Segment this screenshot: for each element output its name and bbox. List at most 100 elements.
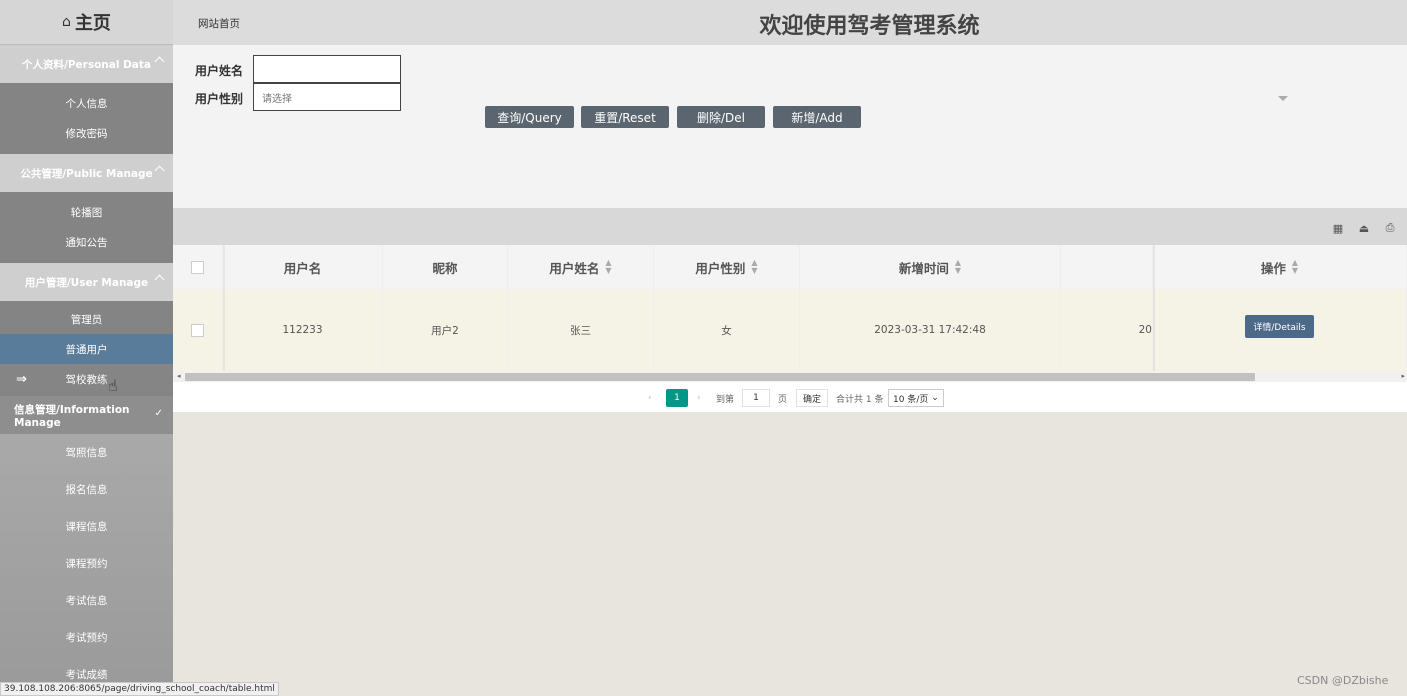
- details-button[interactable]: 详情/Details: [1245, 315, 1314, 338]
- row-select-cell: [173, 289, 223, 371]
- row-checkbox[interactable]: [191, 323, 204, 337]
- prev-page-icon[interactable]: ‹: [648, 389, 652, 407]
- page-current[interactable]: 1: [666, 389, 688, 407]
- sidebar-item-label: 通知公告: [65, 236, 108, 249]
- chevron-up-icon: [154, 56, 165, 67]
- sort-icon[interactable]: ▲ ▼: [751, 259, 757, 275]
- col-username: 用户名: [223, 245, 383, 289]
- gender-label: 用户性别: [195, 92, 244, 106]
- watermark: CSDN @DZbishe: [1297, 674, 1389, 687]
- sidebar-item-label: 考试预约: [65, 632, 108, 644]
- col-gender-label: 用户性别: [695, 260, 746, 276]
- next-page-icon[interactable]: ›: [697, 389, 701, 407]
- sidebar-item-label: 报名信息: [65, 484, 108, 496]
- group-personal-data[interactable]: 个人资料/Personal Data: [0, 45, 173, 83]
- cell-nickname: 用户2: [383, 289, 508, 371]
- page-size-select[interactable]: 10 条/页 ⌄: [888, 389, 944, 407]
- group-public-label: 公共管理/Public Manage: [20, 167, 153, 180]
- col-nickname: 昵称: [383, 245, 508, 289]
- sidebar-item-exam-booking[interactable]: 考试预约: [0, 619, 173, 656]
- sidebar-item-label: 课程信息: [65, 521, 108, 533]
- fixed-left-shadow: [223, 245, 225, 371]
- sidebar-item-change-password[interactable]: 修改密码: [0, 118, 173, 148]
- table-row: 112233 用户2 张三 女 2023-03-31 17:42:48 20 详…: [173, 289, 1407, 371]
- gender-select[interactable]: 请选择: [253, 83, 401, 111]
- data-table: 用户名 昵称 用户姓名 ▲ ▼ 用户性别 ▲ ▼ 新增时间 ▲ ▼ 操作 ▲ ▼ 112233 …: [173, 245, 1407, 382]
- pointer-hand-icon: ☝: [108, 376, 118, 395]
- table-header: 用户名 昵称 用户姓名 ▲ ▼ 用户性别 ▲ ▼ 新增时间 ▲ ▼ 操作 ▲ ▼: [173, 245, 1407, 289]
- home-label: 主页: [74, 13, 111, 34]
- sidebar-item-admin[interactable]: 管理员: [0, 304, 173, 334]
- sidebar-item-label: 个人信息: [65, 97, 108, 110]
- select-all-checkbox[interactable]: [191, 260, 204, 274]
- arrow-right-icon: ⇒: [16, 372, 27, 387]
- scrollbar-thumb[interactable]: [185, 373, 1255, 381]
- sidebar-item-carousel[interactable]: 轮播图: [0, 197, 173, 227]
- pagination: ‹ 1 › 到第 1 页 确定 合计共 1 条 10 条/页 ⌄: [173, 382, 1407, 412]
- sidebar-item-label: 课程预约: [65, 558, 108, 570]
- sidebar-item-signup[interactable]: 报名信息: [0, 471, 173, 508]
- sidebar-item-coach[interactable]: ⇒ 驾校教练 ☝: [0, 364, 173, 395]
- table-toolbar: ▦ ⏏ ⎙: [173, 208, 1407, 245]
- home-icon: ⌂: [62, 14, 71, 30]
- sidebar-item-course[interactable]: 课程信息: [0, 508, 173, 545]
- top-header: 网站首页 欢迎使用驾考管理系统: [173, 0, 1407, 45]
- print-icon[interactable]: ⎙: [1383, 221, 1397, 235]
- chevron-down-icon: ✓: [154, 408, 163, 419]
- chevron-up-icon: [154, 274, 165, 285]
- col-actions[interactable]: 操作 ▲ ▼: [1153, 245, 1407, 289]
- cell-hidden-partial: 20: [1061, 289, 1153, 371]
- horizontal-scrollbar[interactable]: ◂ ▸: [173, 371, 1407, 382]
- chevron-down-icon: ⌄: [931, 393, 939, 403]
- sidebar-item-exam[interactable]: 考试信息: [0, 582, 173, 619]
- sidebar-item-label: 管理员: [70, 313, 103, 326]
- add-button[interactable]: 新增/Add: [773, 106, 861, 128]
- sort-icon[interactable]: ▲ ▼: [1292, 259, 1298, 275]
- sidebar-item-label: 普通用户: [65, 343, 108, 356]
- sort-icon[interactable]: ▲ ▼: [605, 259, 611, 275]
- home-link[interactable]: ⌂ 主页: [0, 0, 173, 45]
- sidebar-item-label: 考试成绩: [65, 669, 108, 681]
- page-unit-label: 页: [778, 394, 788, 405]
- columns-icon[interactable]: ▦: [1331, 221, 1345, 235]
- sidebar-item-normal-user[interactable]: 普通用户: [0, 334, 173, 364]
- col-realname[interactable]: 用户姓名 ▲ ▼: [508, 245, 654, 289]
- group-personal-label: 个人资料/Personal Data: [21, 58, 151, 71]
- reset-button[interactable]: 重置/Reset: [581, 106, 669, 128]
- col-gender[interactable]: 用户性别 ▲ ▼: [654, 245, 800, 289]
- cell-created: 2023-03-31 17:42:48: [800, 289, 1061, 371]
- col-hidden: [1061, 245, 1153, 289]
- scroll-right-icon[interactable]: ▸: [1401, 372, 1405, 380]
- scroll-left-icon[interactable]: ◂: [177, 372, 181, 380]
- dropdown-caret-icon: [1278, 96, 1288, 101]
- group-user-manage[interactable]: 用户管理/User Manage: [0, 263, 173, 301]
- sidebar-item-license[interactable]: 驾照信息: [0, 434, 173, 471]
- group-public-manage[interactable]: 公共管理/Public Manage: [0, 154, 173, 192]
- browser-status-url: 39.108.108.206:8065/page/driving_school_…: [0, 682, 279, 696]
- group-info-label: 信息管理/Information Manage: [14, 403, 130, 429]
- total-count: 合计共 1 条: [836, 394, 884, 405]
- name-input[interactable]: [253, 55, 401, 83]
- query-button[interactable]: 查询/Query: [485, 106, 574, 128]
- fixed-right-shadow: [1153, 245, 1155, 371]
- sort-icon[interactable]: ▲ ▼: [955, 259, 961, 275]
- cell-actions: 详情/Details: [1153, 289, 1407, 371]
- export-icon[interactable]: ⏏: [1357, 221, 1371, 235]
- sidebar-item-personal-info[interactable]: 个人信息: [0, 88, 173, 118]
- chevron-up-icon: [154, 165, 165, 176]
- delete-button[interactable]: 删除/Del: [677, 106, 765, 128]
- sidebar-item-label: 轮播图: [70, 206, 103, 219]
- sidebar-item-label: 驾照信息: [65, 447, 108, 459]
- goto-confirm-button[interactable]: 确定: [796, 389, 829, 407]
- sidebar-item-notice[interactable]: 通知公告: [0, 227, 173, 257]
- sidebar-item-label: 修改密码: [65, 127, 108, 140]
- sidebar-item-label: 驾校教练: [65, 373, 108, 386]
- page-title: 欢迎使用驾考管理系统: [759, 14, 980, 39]
- cell-username: 112233: [223, 289, 383, 371]
- col-created[interactable]: 新增时间 ▲ ▼: [800, 245, 1061, 289]
- group-information-manage[interactable]: 信息管理/Information Manage ✓: [0, 396, 173, 434]
- goto-label: 到第: [716, 394, 735, 405]
- sidebar-item-course-booking[interactable]: 课程预约: [0, 545, 173, 582]
- select-all-cell: [173, 245, 223, 289]
- goto-page-input[interactable]: 1: [742, 389, 770, 407]
